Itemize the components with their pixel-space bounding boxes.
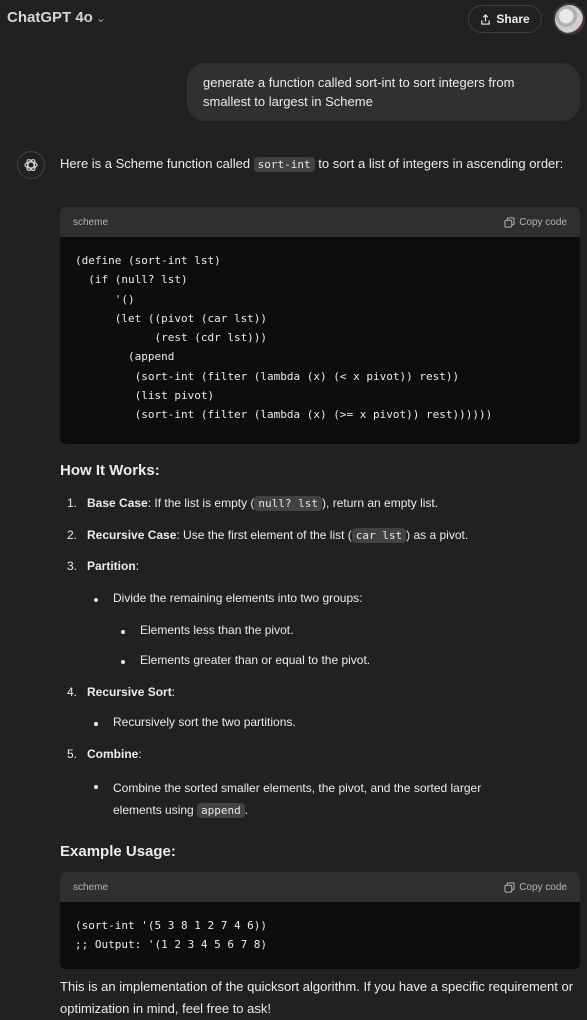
copy-code-label: Copy code [519, 881, 567, 893]
model-name: ChatGPT 4o [7, 9, 93, 26]
chatgpt-logo-icon [17, 151, 45, 179]
bullet [121, 630, 125, 634]
bullet [94, 722, 98, 726]
list-item-combine: Combine: [87, 746, 142, 762]
partition-bullet: Divide the remaining elements into two g… [113, 591, 363, 605]
list-number: 4. [67, 685, 78, 699]
share-label: Share [496, 12, 530, 26]
example-usage-heading: Example Usage: [60, 843, 176, 860]
code-block: scheme Copy code (sort-int '(5 3 8 1 2 7… [60, 872, 580, 969]
combine-text-end: . [244, 803, 249, 817]
closing-paragraph: This is an implementation of the quickso… [60, 979, 574, 1016]
list-item-text-end: ) as a pivot. [406, 528, 469, 542]
copy-icon [504, 216, 515, 228]
avatar[interactable] [553, 3, 585, 35]
list-item-text: : [138, 747, 142, 761]
list-number: 1. [67, 496, 78, 510]
code-content: (sort-int '(5 3 8 1 2 7 4 6)) ;; Output:… [75, 919, 268, 952]
list-item-text: : [171, 685, 176, 699]
code-block: scheme Copy code (define (sort-int lst) … [60, 207, 580, 444]
code-content: (define (sort-int lst) (if (null? lst) '… [75, 254, 493, 422]
intro-text-end: to sort a list of integers in ascending … [314, 156, 564, 171]
list-item-title: Combine [87, 747, 139, 761]
list-item-text-end: ), return an empty list. [322, 496, 439, 510]
list-item-text: : If the list is empty ( [147, 496, 255, 510]
inline-code: null? lst [254, 496, 323, 511]
copy-code-label: Copy code [519, 216, 567, 228]
code-block-header: scheme Copy code [60, 207, 580, 237]
top-bar: ChatGPT 4o ⌄ Share [0, 0, 587, 38]
recursive-sort-bullet: Recursively sort the two partitions. [113, 715, 296, 729]
list-item-text: : Use the first element of the list ( [176, 528, 352, 542]
list-item-text: : [135, 559, 140, 573]
code-language: scheme [73, 881, 109, 893]
copy-code-button[interactable]: Copy code [504, 217, 567, 228]
list-item-title: Base Case [87, 496, 148, 510]
combine-text: Combine the sorted smaller elements, the… [113, 781, 482, 795]
list-item-title: Recursive Case [87, 528, 177, 542]
share-button[interactable]: Share [468, 5, 542, 33]
model-selector[interactable]: ChatGPT 4o ⌄ [7, 9, 106, 26]
bullet [94, 785, 98, 789]
partition-sub-item: Elements greater than or equal to the pi… [140, 653, 371, 667]
code-block-header: scheme Copy code [60, 872, 580, 902]
partition-sub-item: Elements less than the pivot. [140, 623, 294, 637]
chevron-down-icon: ⌄ [95, 11, 106, 25]
copy-icon [504, 881, 515, 893]
inline-code: append [197, 803, 245, 818]
code-language: scheme [73, 216, 109, 228]
user-message: generate a function called sort-int to s… [187, 63, 580, 121]
share-icon [481, 13, 491, 25]
list-item-partition: Partition: [87, 558, 139, 574]
list-number: 2. [67, 528, 78, 542]
combine-text: elements using [113, 803, 198, 817]
assistant-intro: Here is a Scheme function called sort-in… [60, 153, 575, 176]
copy-code-button[interactable]: Copy code [504, 882, 567, 893]
list-item-title: Recursive Sort [87, 685, 172, 699]
list-number: 5. [67, 747, 78, 761]
inline-code: sort-int [253, 157, 315, 172]
inline-code: car lst [351, 528, 407, 543]
list-item-title: Partition [87, 559, 136, 573]
list-item-recursive-sort: Recursive Sort: [87, 684, 175, 700]
combine-bullet: Combine the sorted smaller elements, the… [113, 777, 578, 822]
bullet [121, 660, 125, 664]
list-number: 3. [67, 559, 78, 573]
how-it-works-heading: How It Works: [60, 462, 160, 479]
intro-text: Here is a Scheme function called [60, 156, 254, 171]
list-item-recursive-case: Recursive Case: Use the first element of… [87, 527, 468, 544]
bullet [94, 598, 98, 602]
list-item-base-case: Base Case: If the list is empty (null? l… [87, 495, 438, 512]
